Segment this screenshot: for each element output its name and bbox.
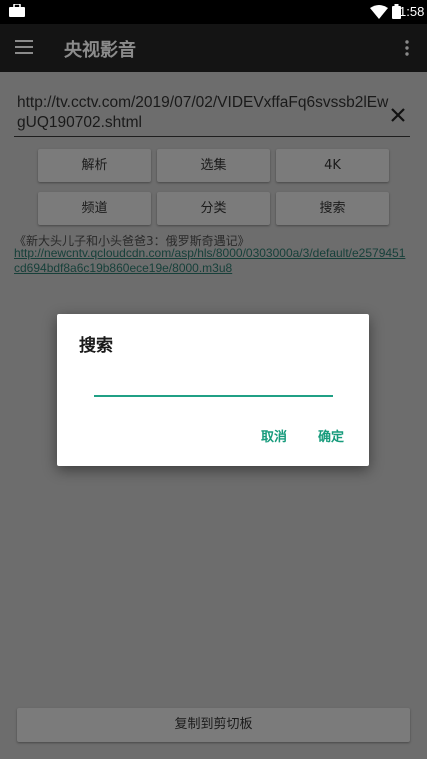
quality-4k-button[interactable]: 4K <box>276 149 389 182</box>
wifi-icon <box>370 5 388 19</box>
app-title: 央视影音 <box>64 40 136 61</box>
category-button[interactable]: 分类 <box>157 192 270 225</box>
status-bar: 1:58 <box>0 0 427 24</box>
episodes-button[interactable]: 选集 <box>157 149 270 182</box>
briefcase-icon <box>9 4 25 17</box>
parse-button[interactable]: 解析 <box>38 149 151 182</box>
search-button[interactable]: 搜索 <box>276 192 389 225</box>
result-link[interactable]: http://newcntv.qcloudcdn.com/asp/hls/800… <box>14 246 409 276</box>
close-icon[interactable] <box>389 106 407 124</box>
url-input-underline <box>14 136 410 137</box>
search-input[interactable] <box>93 371 333 395</box>
copy-to-clipboard-button[interactable]: 复制到剪切板 <box>17 708 410 742</box>
confirm-button[interactable]: 确定 <box>318 426 344 445</box>
search-input-underline <box>94 395 333 397</box>
status-time: 1:58 <box>399 4 425 19</box>
search-dialog: 搜索 取消 确定 <box>57 314 369 466</box>
more-vert-icon[interactable] <box>402 38 412 58</box>
url-input[interactable]: http://tv.cctv.com/2019/07/02/VIDEVxffaF… <box>17 93 392 133</box>
channel-button[interactable]: 频道 <box>38 192 151 225</box>
app-bar: 央视影音 <box>0 24 427 72</box>
menu-icon[interactable] <box>14 38 34 56</box>
cancel-button[interactable]: 取消 <box>261 426 287 445</box>
dialog-title: 搜索 <box>79 336 113 356</box>
